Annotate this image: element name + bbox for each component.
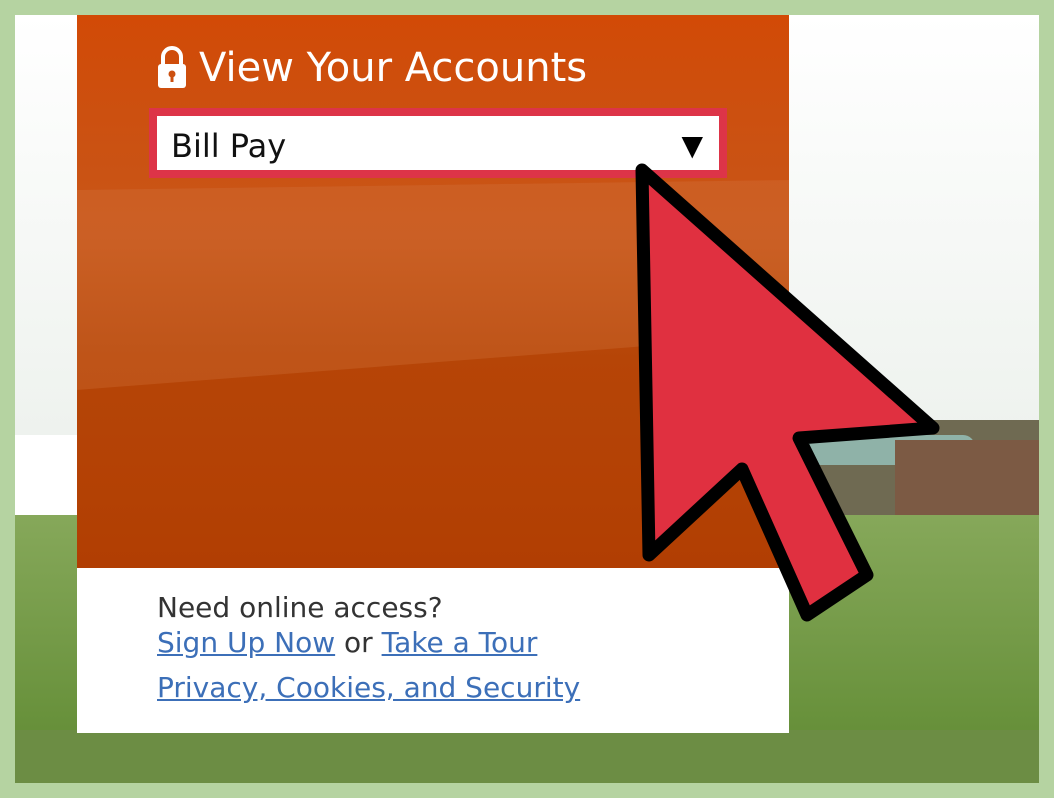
privacy-cookies-security-link[interactable]: Privacy, Cookies, and Security [157, 671, 580, 704]
lock-icon [158, 46, 186, 88]
take-a-tour-link[interactable]: Take a Tour [382, 626, 538, 659]
sign-up-now-link[interactable]: Sign Up Now [157, 626, 335, 659]
dropdown-arrow-icon: ▼ [681, 129, 703, 162]
view-accounts-panel: View Your Accounts Bill Pay ▼ [77, 15, 789, 568]
account-select-highlight: Bill Pay ▼ [149, 108, 727, 178]
or-text: or [344, 626, 373, 659]
account-select-dropdown[interactable]: Bill Pay ▼ [157, 116, 719, 170]
account-select-value: Bill Pay [171, 127, 287, 165]
panel-gloss [77, 180, 789, 568]
privacy-row: Privacy, Cookies, and Security [157, 670, 580, 706]
online-access-prompt: Need online access? [157, 591, 443, 624]
online-access-box: Need online access? Sign Up Now or Take … [77, 568, 789, 733]
screenshot-frame: View Your Accounts Bill Pay ▼ Need onlin… [15, 15, 1039, 783]
panel-title: View Your Accounts [157, 43, 587, 93]
access-links-row: Sign Up Now or Take a Tour [157, 625, 537, 661]
panel-title-text: View Your Accounts [199, 45, 588, 91]
